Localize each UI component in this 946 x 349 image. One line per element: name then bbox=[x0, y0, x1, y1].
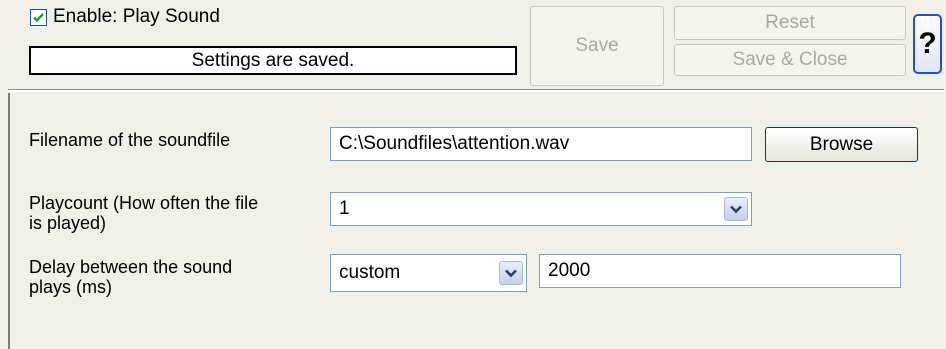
playcount-value: 1 bbox=[339, 198, 350, 219]
enable-play-sound-checkbox[interactable]: Enable: Play Sound bbox=[30, 6, 220, 28]
save-and-close-button[interactable]: Save & Close bbox=[674, 44, 906, 76]
chevron-down-icon[interactable] bbox=[499, 261, 523, 285]
delay-label-line1: Delay between the sound bbox=[29, 257, 233, 277]
sound-settings-panel: Enable: Play Sound Settings are saved. S… bbox=[0, 0, 946, 349]
delay-mode-select[interactable]: custom bbox=[330, 254, 527, 292]
checkbox-box[interactable] bbox=[30, 8, 47, 26]
help-button[interactable]: ? bbox=[913, 14, 942, 74]
save-button[interactable]: Save bbox=[530, 6, 664, 86]
panel-left-border bbox=[8, 93, 10, 349]
playcount-label-line2: is played) bbox=[29, 213, 107, 233]
delay-label: Delay between the sound plays (ms) bbox=[29, 257, 232, 297]
checkmark-icon bbox=[33, 12, 44, 22]
browse-button[interactable]: Browse bbox=[765, 127, 918, 162]
status-message: Settings are saved. bbox=[29, 46, 517, 75]
playcount-select[interactable]: 1 bbox=[330, 192, 752, 226]
header-divider bbox=[8, 90, 944, 92]
filename-label: Filename of the soundfile bbox=[29, 130, 231, 150]
playcount-label-line1: Playcount (How often the file bbox=[29, 193, 259, 213]
filename-input[interactable]: C:\Soundfiles\attention.wav bbox=[330, 127, 752, 161]
playcount-label: Playcount (How often the file is played) bbox=[29, 193, 258, 233]
delay-label-line2: plays (ms) bbox=[29, 277, 113, 297]
enable-label: Enable: Play Sound bbox=[53, 6, 220, 27]
delay-ms-input[interactable]: 2000 bbox=[539, 254, 901, 288]
delay-mode-value: custom bbox=[339, 262, 401, 283]
reset-button[interactable]: Reset bbox=[674, 6, 906, 40]
chevron-down-icon[interactable] bbox=[724, 197, 748, 221]
